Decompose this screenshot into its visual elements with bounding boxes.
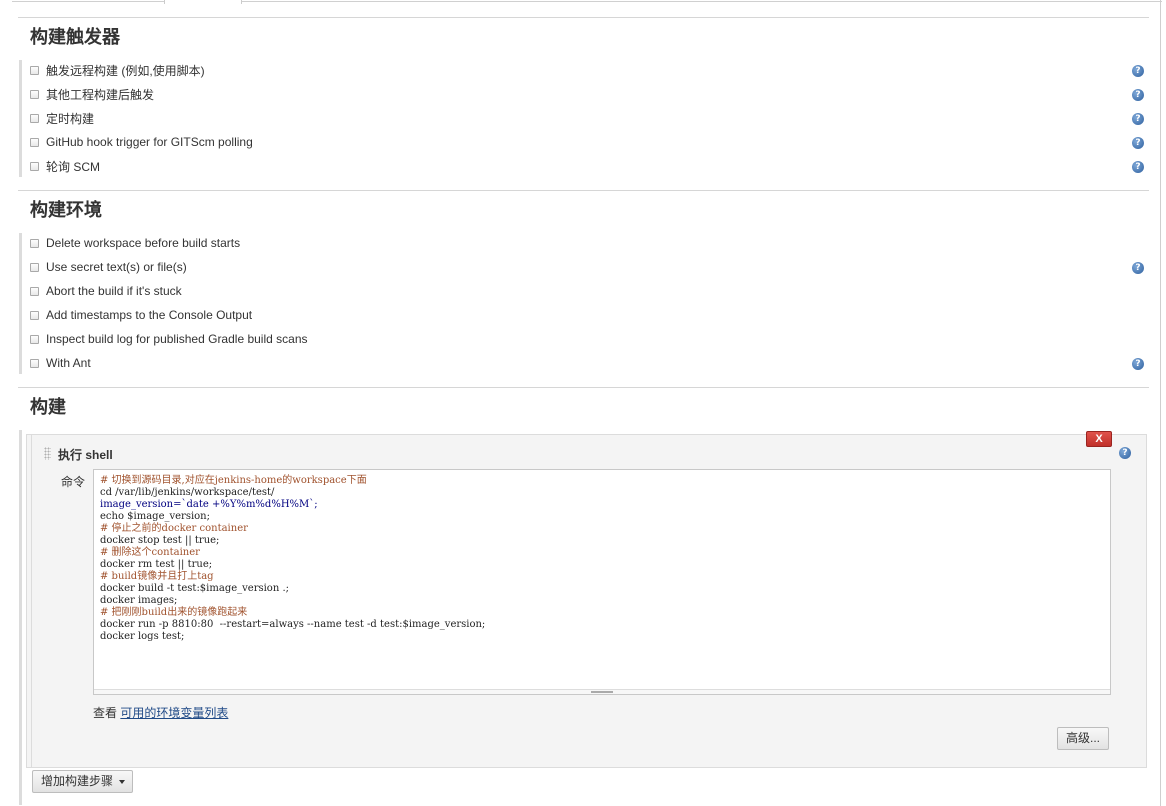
code-line: echo $image_version; [100, 511, 210, 522]
code-line: docker run -p 8810:80 --restart=always -… [100, 619, 486, 630]
command-label: 命令 [61, 475, 86, 489]
section-divider [18, 17, 1149, 18]
frame-border [1160, 0, 1161, 806]
option-group-bar [19, 60, 22, 177]
checkbox[interactable] [30, 89, 39, 99]
code-line: # 把刚刚build出来的镜像跑起来 [100, 607, 248, 618]
advanced-button[interactable]: 高级... [1057, 727, 1109, 750]
help-icon[interactable]: ? [1132, 137, 1144, 149]
option-label: 其他工程构建后触发 [46, 87, 155, 102]
textarea-resize-handle[interactable] [94, 689, 1110, 694]
option-label: Use secret text(s) or file(s) [46, 260, 187, 274]
code-line: cd /var/lib/jenkins/workspace/test/ [100, 487, 275, 498]
option-label: GitHub hook trigger for GITScm polling [46, 135, 253, 149]
checkbox[interactable] [30, 113, 39, 123]
option-label: Abort the build if it's stuck [46, 284, 182, 298]
checkbox[interactable] [30, 262, 39, 272]
help-icon[interactable]: ? [1119, 447, 1131, 459]
option-group-bar [19, 430, 22, 805]
active-tab[interactable] [164, 0, 242, 4]
checkbox[interactable] [30, 65, 39, 75]
section-title-triggers: 构建触发器 [30, 27, 120, 48]
add-build-step-label: 增加构建步骤 [41, 774, 114, 788]
option-label: 定时构建 [46, 111, 95, 126]
section-title-environment: 构建环境 [30, 200, 102, 221]
code-line: docker stop test || true; [100, 535, 220, 546]
checkbox[interactable] [30, 137, 39, 147]
code-line: docker build -t test:$image_version .; [100, 583, 289, 594]
trigger-option-poll-scm[interactable]: 轮询 SCM [30, 156, 100, 176]
option-label: Inspect build log for published Gradle b… [46, 332, 308, 346]
code-line: docker images; [100, 595, 178, 606]
env-option-secret-text[interactable]: Use secret text(s) or file(s) [30, 257, 187, 277]
option-label: Add timestamps to the Console Output [46, 308, 253, 322]
delete-step-button[interactable]: X [1086, 431, 1112, 447]
checkbox[interactable] [30, 238, 39, 248]
checkbox[interactable] [30, 358, 39, 368]
env-option-with-ant[interactable]: With Ant [30, 353, 91, 373]
help-icon[interactable]: ? [1132, 358, 1144, 370]
option-label: 触发远程构建 (例如,使用脚本) [46, 63, 205, 78]
build-step-title: 执行 shell [58, 448, 113, 462]
section-divider [18, 387, 1149, 388]
build-step-border [31, 434, 32, 768]
checkbox[interactable] [30, 161, 39, 171]
code-line: # 切换到源码目录,对应在jenkins-home的workspace下面 [100, 475, 367, 486]
add-build-step-button[interactable]: 增加构建步骤 [32, 770, 133, 793]
code-line: docker logs test; [100, 631, 185, 642]
checkbox[interactable] [30, 286, 39, 296]
help-icon[interactable]: ? [1132, 113, 1144, 125]
trigger-option-github-hook[interactable]: GitHub hook trigger for GITScm polling [30, 132, 253, 152]
code-line: # 删除这个container [100, 547, 200, 558]
help-icon[interactable]: ? [1132, 65, 1144, 77]
env-hint-prefix: 查看 [93, 706, 118, 720]
drag-handle-icon[interactable] [44, 447, 51, 460]
env-option-timestamps[interactable]: Add timestamps to the Console Output [30, 305, 252, 325]
checkbox[interactable] [30, 310, 39, 320]
option-label: Delete workspace before build starts [46, 236, 241, 250]
top-tab-bar [0, 0, 1166, 6]
checkbox[interactable] [30, 334, 39, 344]
code-line: docker rm test || true; [100, 559, 213, 570]
help-icon[interactable]: ? [1132, 161, 1144, 173]
section-divider [18, 190, 1149, 191]
resize-grip-icon [591, 691, 613, 693]
option-label: 轮询 SCM [46, 159, 101, 174]
env-option-gradle-scans[interactable]: Inspect build log for published Gradle b… [30, 329, 308, 349]
code-line: # 停止之前的docker container [100, 523, 248, 534]
code-line: image_version=`date +%Y%m%d%H%M`; [100, 499, 318, 510]
help-icon[interactable]: ? [1132, 89, 1144, 101]
trigger-option-remote[interactable]: 触发远程构建 (例如,使用脚本) [30, 60, 205, 80]
option-group-bar [19, 233, 22, 374]
caret-down-icon [119, 779, 126, 784]
command-textarea[interactable]: # 切换到源码目录,对应在jenkins-home的workspace下面 cd… [93, 469, 1111, 695]
env-option-delete-workspace[interactable]: Delete workspace before build starts [30, 233, 240, 253]
code-line: # build镜像并且打上tag [100, 571, 214, 582]
env-var-list-link[interactable]: 可用的环境变量列表 [120, 706, 228, 720]
trigger-option-periodic[interactable]: 定时构建 [30, 108, 94, 128]
env-option-abort-stuck[interactable]: Abort the build if it's stuck [30, 281, 182, 301]
help-icon[interactable]: ? [1132, 262, 1144, 274]
trigger-option-after-other[interactable]: 其他工程构建后触发 [30, 84, 154, 104]
command-code: # 切换到源码目录,对应在jenkins-home的workspace下面 cd… [100, 475, 485, 643]
env-var-hint: 查看 可用的环境变量列表 [93, 704, 228, 721]
option-label: With Ant [46, 356, 91, 370]
section-title-build: 构建 [30, 397, 66, 418]
